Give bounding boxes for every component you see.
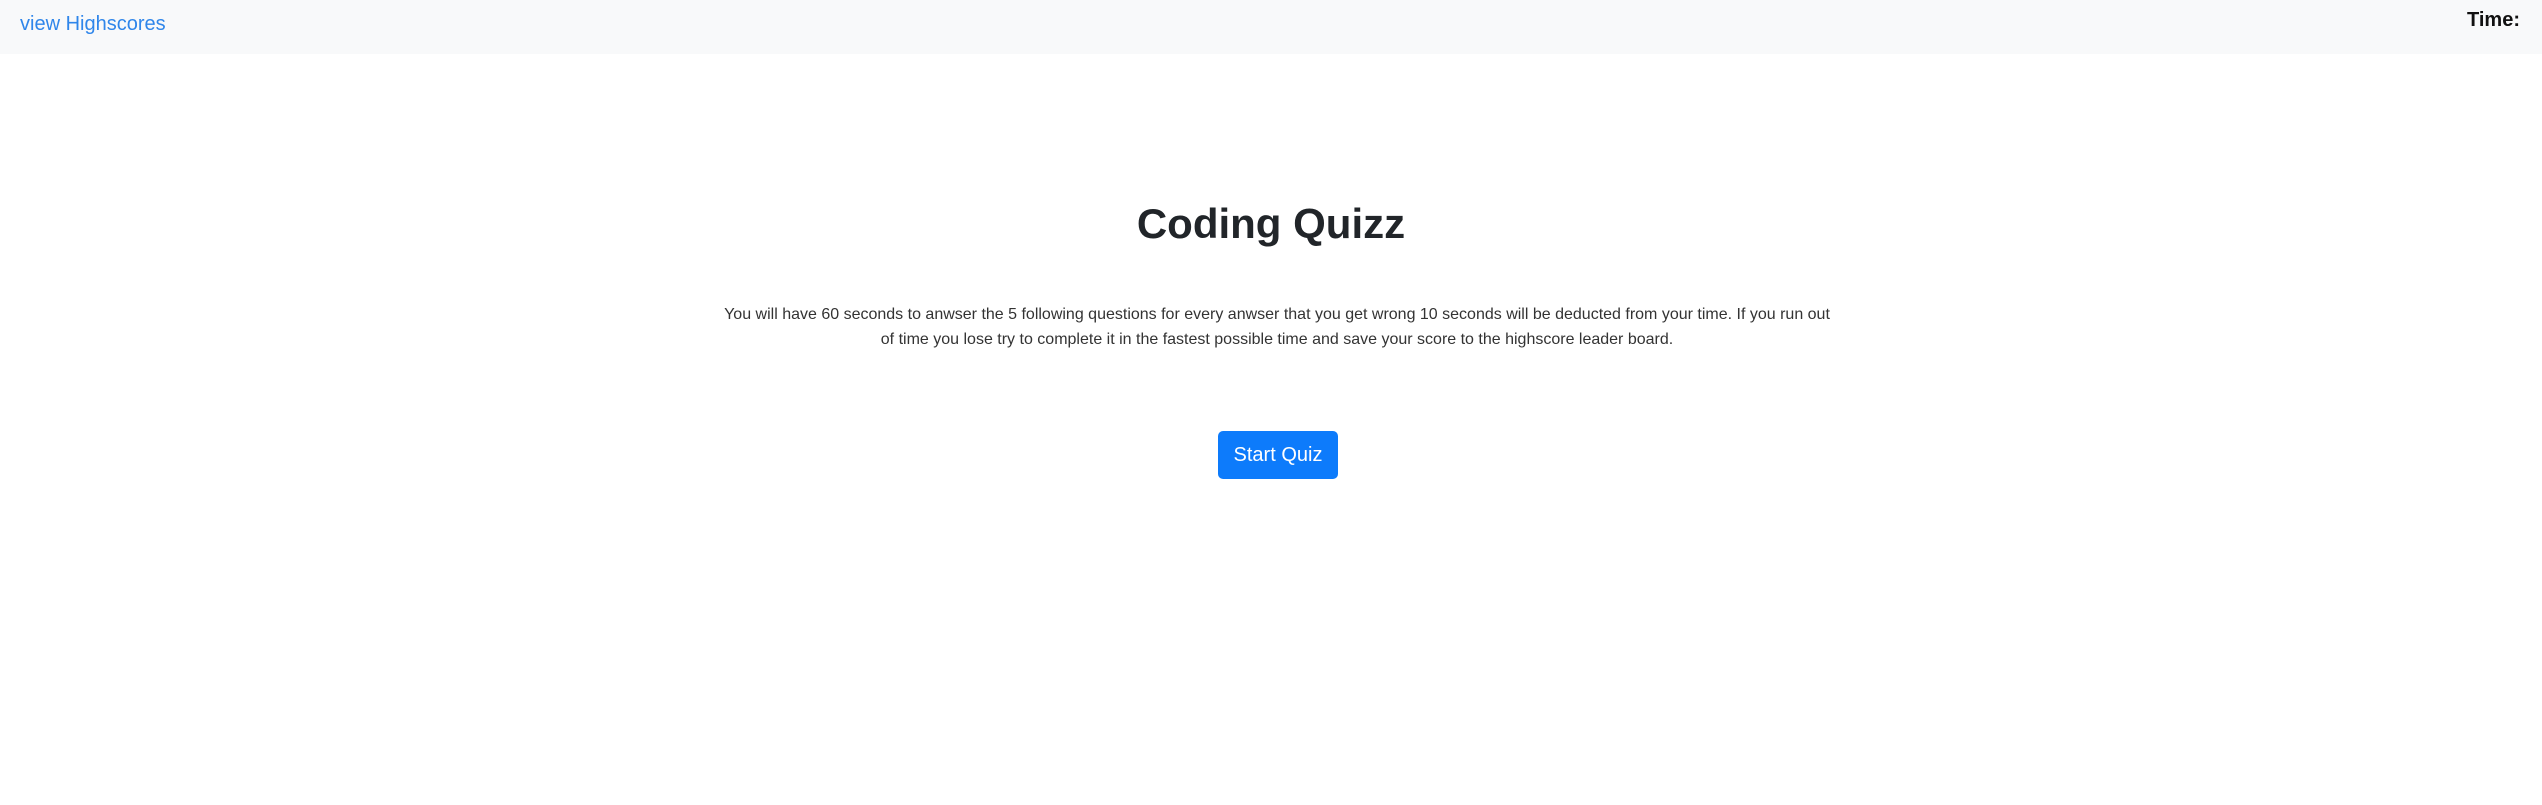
time-label: Time: bbox=[2467, 9, 2520, 31]
start-quiz-button[interactable]: Start Quiz bbox=[1218, 431, 1338, 479]
quiz-instructions: You will have 60 seconds to anwser the 5… bbox=[724, 306, 1830, 348]
navbar: view Highscores Time: bbox=[0, 0, 2542, 54]
page-title: Coding Quizz bbox=[1136, 200, 1406, 247]
timer-display: Time: bbox=[2467, 8, 2526, 32]
view-highscores-link[interactable]: view Highscores bbox=[20, 12, 166, 36]
